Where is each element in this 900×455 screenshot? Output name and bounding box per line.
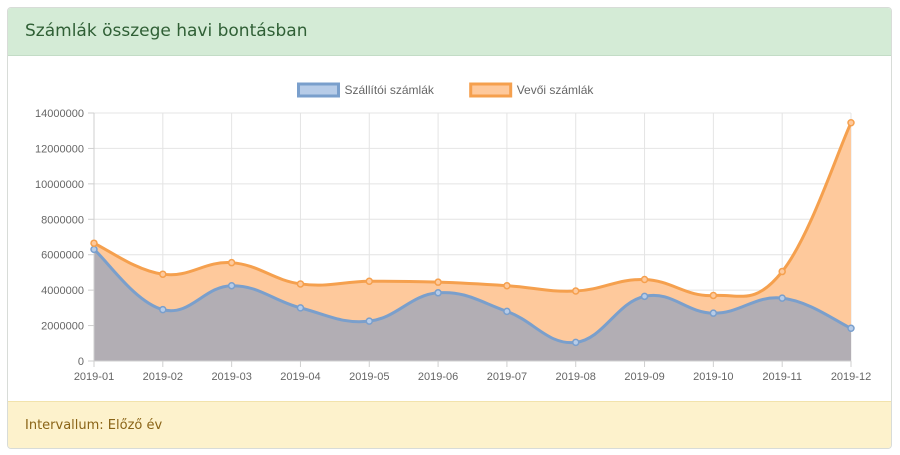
data-point <box>159 305 167 314</box>
y-tick-label: 14000000 <box>35 108 84 120</box>
x-tick-label: 2019-06 <box>418 371 458 383</box>
y-tick-label: 4000000 <box>41 285 84 297</box>
data-point <box>847 324 855 332</box>
x-tick-label: 2019-10 <box>693 371 733 383</box>
x-tick-label: 2019-01 <box>74 371 114 383</box>
data-point <box>365 317 374 325</box>
data-point <box>778 267 786 276</box>
card-header: Számlák összege havi bontásban <box>8 8 891 56</box>
data-point <box>847 118 855 127</box>
data-point <box>296 280 305 288</box>
legend-item-1: Vevői számlák <box>469 82 595 98</box>
legend-swatch <box>297 82 340 98</box>
data-point <box>709 291 718 300</box>
data-point <box>227 258 236 267</box>
data-point <box>571 287 580 295</box>
data-point <box>434 278 442 286</box>
y-tick-label: 6000000 <box>41 250 84 262</box>
y-tick-label: 12000000 <box>35 143 84 155</box>
data-point <box>640 275 649 284</box>
data-point <box>709 309 718 317</box>
x-tick-label: 2019-11 <box>762 371 802 383</box>
x-tick-label: 2019-03 <box>211 371 251 383</box>
data-point <box>640 292 649 301</box>
x-tick-label: 2019-05 <box>349 371 389 383</box>
card-body: Szállítói számlák Vevői számlák 0 2000000 4… <box>8 56 891 404</box>
x-tick-label: 2019-02 <box>143 371 183 383</box>
data-point <box>365 277 374 286</box>
x-tick-label: 2019-12 <box>831 371 871 383</box>
data-point <box>503 281 511 290</box>
data-point <box>227 281 236 290</box>
data-point <box>159 270 167 278</box>
x-tick-label: 2019-07 <box>487 371 527 383</box>
y-tick-label: 10000000 <box>35 179 84 191</box>
data-point <box>503 307 511 316</box>
interval-label: Intervallum: Előző év <box>25 418 163 433</box>
data-point <box>778 294 786 302</box>
x-tick-label: 2019-04 <box>280 371 320 383</box>
x-tick-label: 2019-09 <box>624 371 664 383</box>
card-footer: Intervallum: Előző év <box>8 401 891 448</box>
y-tick-label: 2000000 <box>41 321 84 333</box>
legend-label: Szállítói számlák <box>345 83 435 97</box>
invoice-summary-card: Számlák összege havi bontásban Szállítói… <box>7 7 892 449</box>
chart-areas <box>92 122 853 362</box>
legend-label: Vevői számlák <box>517 83 595 97</box>
data-point <box>90 245 98 254</box>
card-title: Számlák összege havi bontásban <box>25 21 308 41</box>
y-tick-label: 8000000 <box>41 214 84 226</box>
x-tick-label: 2019-08 <box>556 371 596 383</box>
data-point <box>296 304 305 312</box>
data-point <box>434 289 442 297</box>
data-point <box>571 338 580 347</box>
monthly-invoice-chart: Szállítói számlák Vevői számlák 0 2000000 4… <box>35 82 871 383</box>
data-point <box>90 239 98 247</box>
legend-swatch <box>469 82 513 98</box>
chart-legend: Szállítói számlák Vevői számlák <box>297 82 595 98</box>
legend-item-0: Szállítói számlák <box>297 82 435 98</box>
y-tick-label: 0 <box>78 356 84 368</box>
